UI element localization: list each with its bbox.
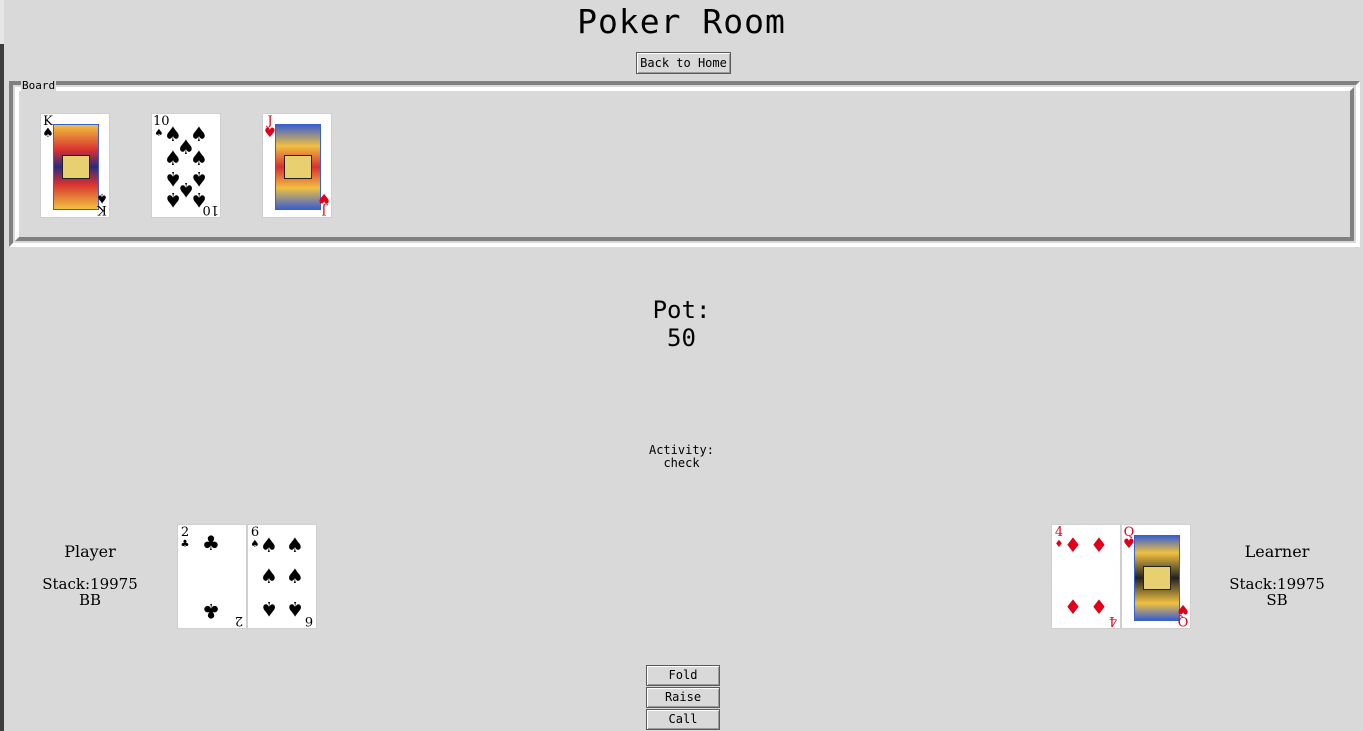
activity-value: check [663, 456, 700, 470]
spade-pip: ♠ [260, 597, 278, 621]
board-card-king-spades: K ♠ ♠ K [40, 113, 110, 218]
player-stack: Stack:19975 [42, 575, 138, 593]
spade-pip: ♠ [286, 533, 304, 557]
page-title: Poker Room [577, 2, 786, 41]
diamond-pip: ♦ [1064, 533, 1082, 557]
fold-button[interactable]: Fold [646, 665, 720, 686]
spade-pip: ♠ [286, 597, 304, 621]
diamond-pip: ♦ [1090, 533, 1108, 557]
jack-face-art [275, 124, 321, 210]
spade-pip: ♠ [164, 146, 182, 170]
pot-display: Pot: 50 [0, 296, 1363, 352]
club-pip: ♣ [202, 599, 220, 623]
spade-pip: ♠ [260, 564, 278, 588]
spade-pip: ♠ [164, 188, 182, 212]
learner-stack: Stack:19975 [1229, 575, 1325, 593]
pot-label: Pot: [652, 296, 711, 324]
player-name: Player [64, 542, 116, 561]
activity-display: Activity: check [0, 444, 1363, 470]
back-to-home-button[interactable]: Back to Home [636, 52, 731, 74]
pot-value: 50 [667, 324, 696, 352]
board-card-ten-spades: 10 ♠ ♠ ♠ ♠ ♠ ♠ ♠ ♠ ♠ ♠ ♠ 10 [151, 113, 221, 218]
spade-pip: ♠ [286, 564, 304, 588]
spade-pip: ♠ [260, 533, 278, 557]
club-pip: ♣ [202, 531, 220, 555]
king-face-art [53, 124, 99, 210]
board-label: Board [21, 79, 57, 92]
diamond-pip: ♦ [1090, 595, 1108, 619]
learner-card-queen-hearts: Q ♥ ♥ Q [1121, 524, 1191, 629]
player-position: BB [78, 591, 102, 609]
board-card-jack-hearts: J ♥ ♥ J [262, 113, 332, 218]
spade-pip: ♠ [190, 146, 208, 170]
player-card-six-spades: 6 ♠ ♠ ♠ ♠ ♠ ♠ ♠ 6 [247, 524, 317, 629]
player-card-two-clubs: 2 ♣ ♣ ♣ 2 [177, 524, 247, 629]
raise-button[interactable]: Raise [646, 687, 720, 708]
queen-face-art [1134, 535, 1180, 621]
learner-position: SB [1266, 591, 1288, 609]
window-edge [0, 0, 4, 731]
learner-card-four-diamonds: 4 ♦ ♦ ♦ ♦ ♦ 4 [1051, 524, 1121, 629]
diamond-pip: ♦ [1064, 595, 1082, 619]
learner-name: Learner [1244, 542, 1310, 561]
call-button[interactable]: Call [646, 709, 720, 730]
